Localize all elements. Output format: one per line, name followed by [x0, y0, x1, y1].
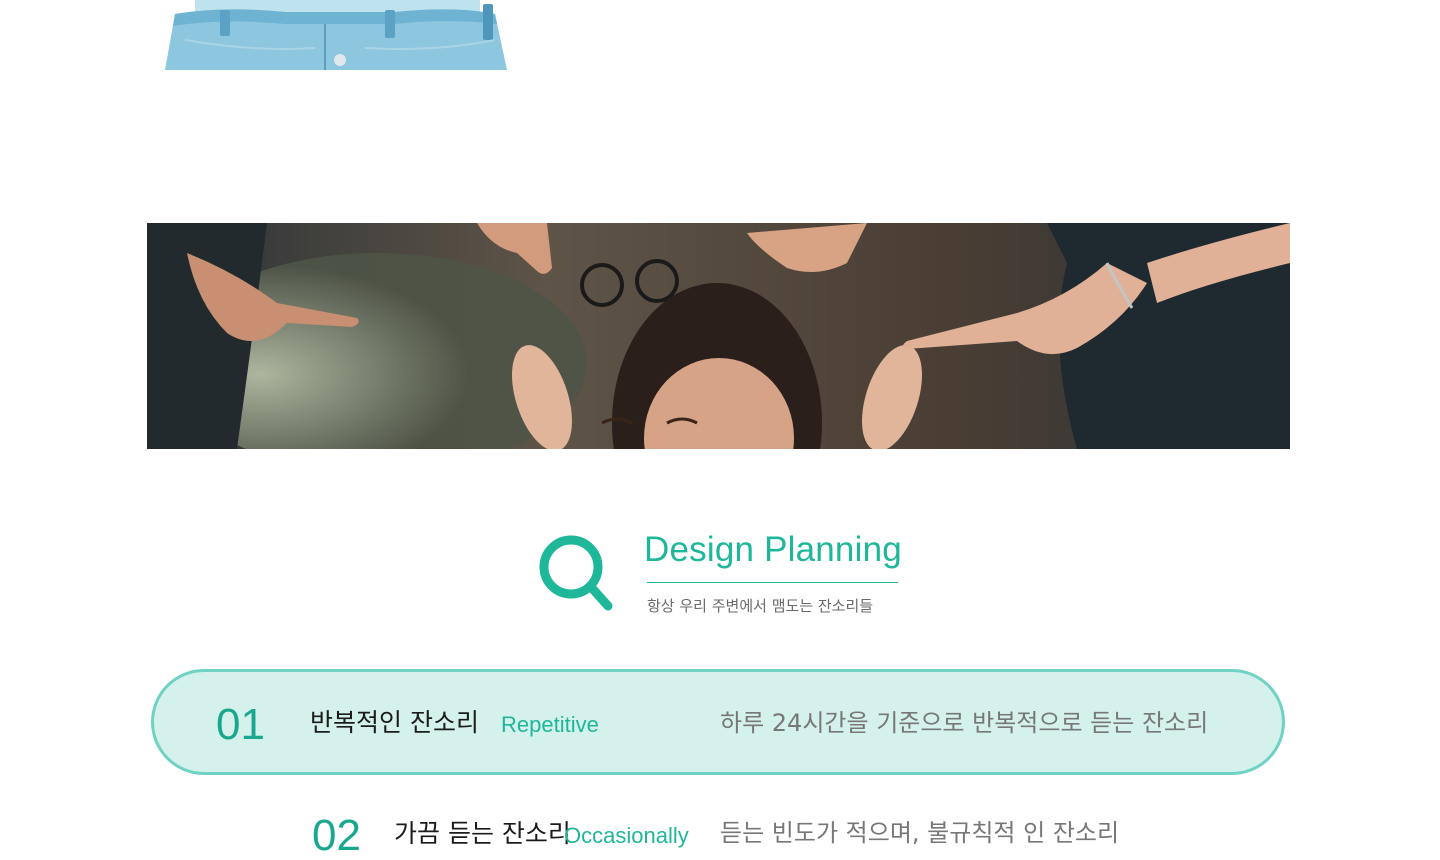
item-number: 02 [312, 811, 361, 860]
item-description: 듣는 빈도가 적으며, 불규칙적 인 잔소리 [720, 819, 1120, 847]
page: Design Planning 항상 우리 주변에서 맴도는 잔소리들 01 반… [0, 0, 1440, 860]
item-title: 반복적인 잔소리 [310, 708, 479, 737]
stressed-woman-pointing-fingers-photo [147, 223, 1290, 449]
item-description: 하루 24시간을 기준으로 반복적으로 듣는 잔소리 [720, 709, 1209, 737]
person-jeans-photo [165, 0, 510, 70]
section-title: Design Planning [644, 530, 902, 569]
title-underline [647, 582, 898, 583]
item-title-en: Repetitive [501, 712, 599, 737]
section-heading: Design Planning 항상 우리 주변에서 맴도는 잔소리들 [538, 530, 938, 625]
search-icon [538, 534, 618, 614]
item-title-en: Occasionally [564, 823, 689, 848]
item-number: 01 [216, 700, 265, 749]
item-title: 가끔 듣는 잔소리 [394, 819, 571, 848]
section-subtitle: 항상 우리 주변에서 맴도는 잔소리들 [647, 597, 874, 615]
